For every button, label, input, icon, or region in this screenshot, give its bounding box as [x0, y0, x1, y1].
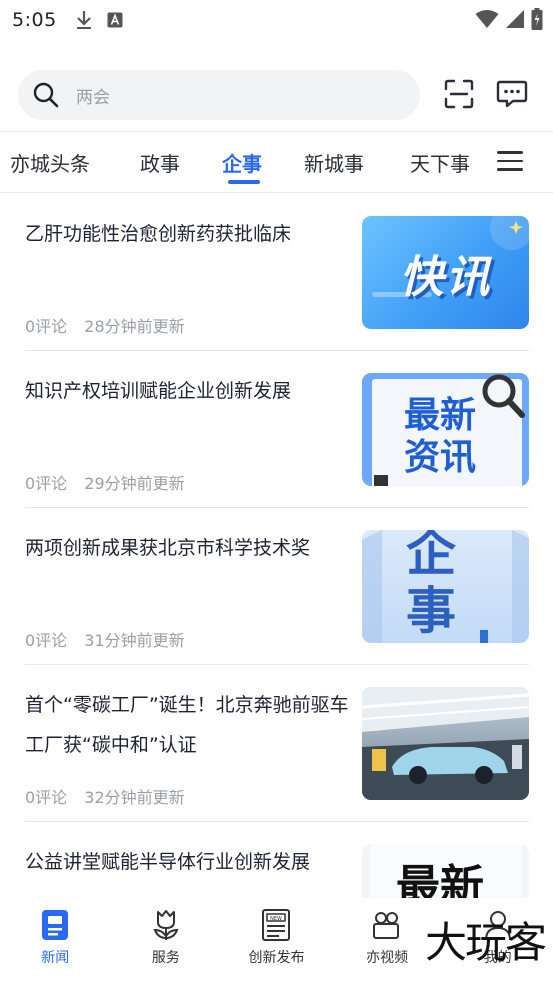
- news-title: 乙肝功能性治愈创新药获批临床: [25, 223, 292, 245]
- tab-xinchengshi[interactable]: 新城事: [304, 148, 364, 177]
- update-time: 32分钟前更新: [84, 788, 185, 807]
- watermark: 大玩客: [424, 918, 547, 967]
- news-thumbnail: [362, 687, 529, 800]
- news-thumbnail: 最新 资讯: [362, 373, 529, 486]
- category-tabs: 亦城头条 政事 企事 新城事 天下事: [0, 131, 553, 193]
- thumb-text-line2: 事: [406, 581, 456, 640]
- status-bar: 5:05: [0, 0, 553, 40]
- tab-yicheng-toutiao[interactable]: 亦城头条: [10, 148, 90, 177]
- comment-count: 0评论: [25, 788, 68, 807]
- news-meta: 0评论 29分钟前更新: [25, 470, 185, 494]
- nav-innovation[interactable]: NEW 创新发布: [221, 898, 332, 984]
- tab-zhengshi[interactable]: 政事: [140, 148, 180, 177]
- nav-label: 亦视频: [366, 950, 409, 966]
- menu-icon[interactable]: [497, 151, 523, 173]
- news-item[interactable]: 乙肝功能性治愈创新药获批临床 0评论 28分钟前更新 快讯: [25, 194, 529, 351]
- active-tab-indicator: [228, 180, 260, 184]
- news-item[interactable]: 知识产权培训赋能企业创新发展 0评论 29分钟前更新 最新 资讯: [25, 351, 529, 508]
- news-item[interactable]: 两项创新成果获北京市科学技术奖 0评论 31分钟前更新 企 事: [25, 508, 529, 665]
- news-title: 两项创新成果获北京市科学技术奖: [25, 537, 311, 559]
- thumb-text: 快讯: [399, 251, 492, 303]
- comment-count: 0评论: [25, 474, 68, 493]
- update-time: 28分钟前更新: [84, 317, 185, 336]
- search-input[interactable]: 两会: [18, 70, 420, 120]
- thumb-text-line1: 最新: [404, 395, 477, 436]
- newspaper-icon: NEW: [262, 909, 291, 941]
- camera-icon: [373, 912, 400, 939]
- nav-label: 创新发布: [248, 950, 305, 966]
- news-title: 首个“零碳工厂”诞生！北京奔驰前驱车工厂获“碳中和”认证: [25, 694, 349, 756]
- news-list: 乙肝功能性治愈创新药获批临床 0评论 28分钟前更新 快讯 知识产权培训赋能企业…: [25, 194, 529, 979]
- search-placeholder: 两会: [76, 87, 110, 108]
- news-meta: 0评论 31分钟前更新: [25, 627, 185, 651]
- news-item[interactable]: 首个“零碳工厂”诞生！北京奔驰前驱车工厂获“碳中和”认证 0评论 32分钟前更新: [25, 665, 529, 822]
- message-icon[interactable]: [496, 78, 528, 110]
- news-meta: 0评论 28分钟前更新: [25, 313, 185, 337]
- search-row: 两会: [18, 70, 539, 120]
- nav-service[interactable]: 服务: [111, 898, 222, 984]
- scan-icon[interactable]: [444, 79, 474, 109]
- thumb-text-line2: 资讯: [404, 437, 477, 478]
- nav-label: 服务: [151, 950, 180, 966]
- nav-news[interactable]: 新闻: [0, 898, 111, 984]
- news-title: 知识产权培训赋能企业创新发展: [25, 380, 292, 402]
- download-icon: [76, 11, 91, 29]
- tab-qishi[interactable]: 企事: [222, 148, 262, 177]
- signal-icon: [506, 10, 524, 28]
- tab-tianxiashi[interactable]: 天下事: [410, 148, 470, 177]
- nav-label: 新闻: [41, 950, 70, 966]
- comment-count: 0评论: [25, 317, 68, 336]
- news-thumbnail: 企 事: [362, 530, 529, 643]
- app-notification-icon: [107, 12, 123, 28]
- update-time: 31分钟前更新: [84, 631, 185, 650]
- news-title: 公益讲堂赋能半导体行业创新发展: [25, 851, 311, 873]
- svg-text:NEW: NEW: [271, 916, 283, 922]
- news-meta: 0评论 32分钟前更新: [25, 784, 185, 808]
- status-time: 5:05: [12, 9, 57, 31]
- update-time: 29分钟前更新: [84, 474, 185, 493]
- comment-count: 0评论: [25, 631, 68, 650]
- news-thumbnail: 快讯: [362, 216, 529, 329]
- battery-charging-icon: [531, 8, 543, 30]
- wifi-icon: [475, 10, 499, 28]
- tulip-icon: [153, 910, 179, 940]
- thumb-text-line1: 企: [406, 530, 456, 582]
- search-icon: [33, 82, 59, 108]
- news-icon: [42, 910, 69, 940]
